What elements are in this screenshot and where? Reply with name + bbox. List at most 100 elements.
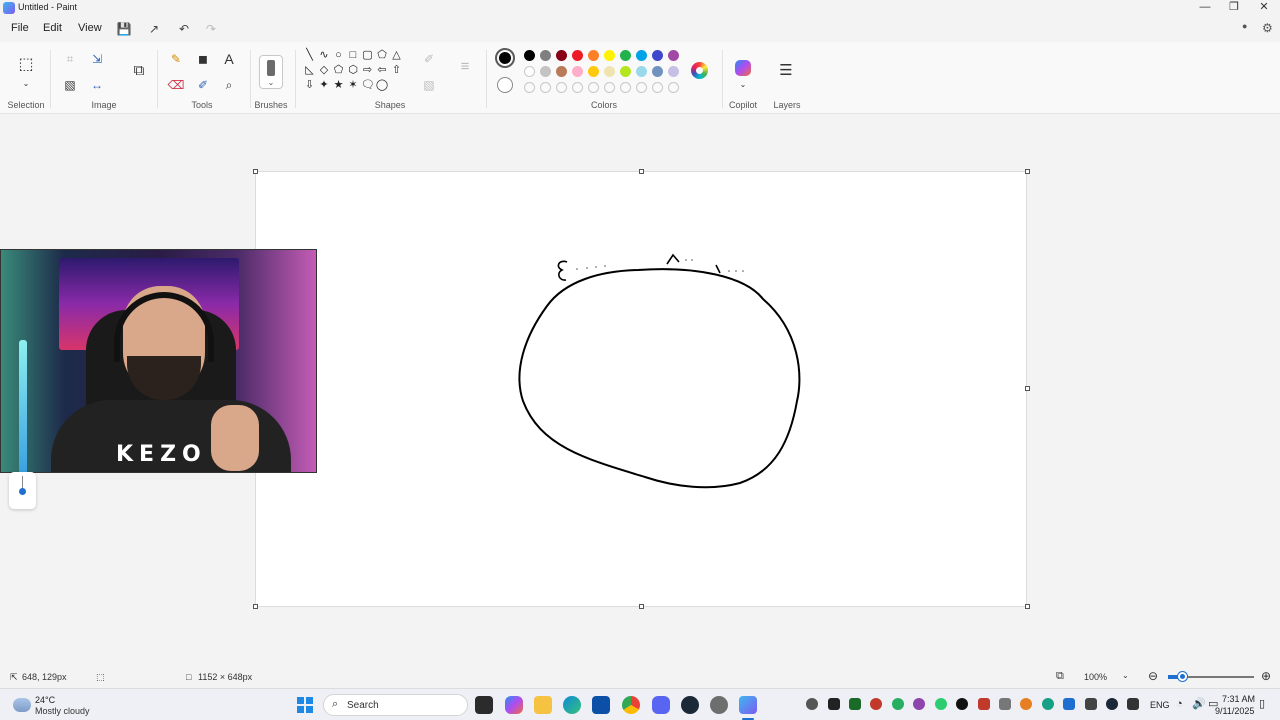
shape-option-icon[interactable]: ◇ — [318, 64, 331, 77]
shape-option-icon[interactable]: ◺ — [303, 64, 316, 77]
custom-color-slot[interactable] — [636, 82, 647, 93]
clock-time[interactable]: 7:31 AM — [1222, 694, 1255, 704]
shape-option-icon[interactable]: ⬡ — [347, 64, 360, 77]
brushes-button[interactable]: ⌄ — [259, 55, 283, 89]
line-width-icon[interactable]: ≡ — [456, 58, 474, 76]
image-select-icon[interactable]: ⧉ — [130, 62, 148, 80]
settings-app-icon[interactable] — [710, 696, 728, 714]
color-swatch[interactable] — [668, 66, 679, 77]
custom-color-slot[interactable] — [588, 82, 599, 93]
shape-option-icon[interactable]: ∿ — [318, 49, 331, 62]
select-rectangle-icon[interactable]: ⬚ — [17, 56, 35, 74]
resize-icon[interactable]: ⇲ — [88, 50, 106, 68]
custom-color-slot[interactable] — [652, 82, 663, 93]
color-swatch[interactable] — [556, 66, 567, 77]
menu-view[interactable]: View — [78, 22, 102, 34]
tray-icon[interactable] — [870, 698, 882, 710]
tray-icon[interactable] — [999, 698, 1011, 710]
discord-icon[interactable] — [652, 696, 670, 714]
menu-edit[interactable]: Edit — [43, 22, 62, 34]
custom-color-slot[interactable] — [524, 82, 535, 93]
custom-color-slot[interactable] — [572, 82, 583, 93]
remove-background-icon[interactable]: ▧ — [61, 76, 79, 94]
weather-description[interactable]: Mostly cloudy — [35, 706, 90, 716]
weather-temperature[interactable]: 24°C — [35, 695, 55, 705]
zoom-slider-thumb[interactable] — [1178, 672, 1187, 681]
shape-option-icon[interactable]: ○ — [332, 49, 345, 62]
steam-icon[interactable] — [681, 696, 699, 714]
flip-icon[interactable]: ↔ — [88, 76, 106, 94]
shape-option-icon[interactable]: ⬠ — [332, 64, 345, 77]
undo-icon[interactable]: ↶ — [176, 21, 192, 37]
color-swatch[interactable] — [524, 66, 535, 77]
color-swatch[interactable] — [620, 50, 631, 61]
fill-bucket-icon[interactable]: ◼ — [194, 50, 212, 68]
color-swatch[interactable] — [588, 50, 599, 61]
edge-icon[interactable] — [563, 696, 581, 714]
shape-option-icon[interactable]: □ — [347, 49, 360, 62]
taskbar-search[interactable]: ⌕ Search — [323, 694, 468, 716]
copilot-chevron-icon[interactable]: ⌄ — [734, 76, 752, 94]
color-swatch[interactable] — [636, 50, 647, 61]
eraser-icon[interactable]: ⌫ — [167, 76, 185, 94]
zoom-out-icon[interactable]: ⊖ — [1148, 669, 1158, 683]
clock-date[interactable]: 9/11/2025 — [1215, 706, 1254, 716]
shape-option-icon[interactable]: ⇧ — [390, 64, 403, 77]
volume-icon[interactable]: 🔊 — [1192, 697, 1206, 710]
account-icon[interactable]: ● — [1242, 21, 1247, 31]
current-color-swatch[interactable] — [495, 48, 515, 68]
custom-color-slot[interactable] — [620, 82, 631, 93]
custom-color-slot[interactable] — [668, 82, 679, 93]
tray-icon[interactable] — [1127, 698, 1139, 710]
color-swatch[interactable] — [620, 66, 631, 77]
color-swatch[interactable] — [636, 66, 647, 77]
shape-option-icon[interactable]: ✦ — [318, 79, 331, 92]
zoom-dropdown[interactable]: 100% ⌄ — [1078, 669, 1138, 685]
shape-outline-icon[interactable]: ✐ — [420, 50, 438, 68]
fit-to-window-icon[interactable]: ⧉ — [1056, 670, 1064, 683]
magnifier-icon[interactable]: ⌕ — [220, 76, 238, 94]
notification-icon[interactable]: ▯ — [1259, 697, 1265, 710]
shape-option-icon[interactable]: 🗨 — [361, 79, 375, 92]
color-swatch[interactable] — [604, 66, 615, 77]
shape-option-icon[interactable]: ★ — [332, 79, 345, 92]
color-swatch[interactable] — [572, 66, 583, 77]
shape-option-icon[interactable]: ⇩ — [303, 79, 316, 92]
tray-icon[interactable] — [1042, 698, 1054, 710]
color-picker-icon[interactable]: ✐ — [194, 76, 212, 94]
custom-color-slot[interactable] — [604, 82, 615, 93]
copilot-icon[interactable] — [735, 60, 751, 76]
shape-option-icon[interactable]: ╲ — [303, 49, 316, 62]
tray-icon[interactable] — [956, 698, 968, 710]
language-indicator[interactable]: ENG — [1150, 700, 1170, 710]
custom-color-slot[interactable] — [556, 82, 567, 93]
tray-icon[interactable] — [849, 698, 861, 710]
save-icon[interactable]: 💾 — [116, 21, 132, 37]
menu-file[interactable]: File — [11, 22, 29, 34]
copilot-app-icon[interactable] — [505, 696, 523, 714]
share-icon[interactable]: ↗ — [146, 21, 162, 37]
shape-option-icon[interactable]: ⇦ — [376, 64, 389, 77]
tray-icon[interactable] — [935, 698, 947, 710]
redo-icon[interactable]: ↷ — [203, 21, 219, 37]
shape-fill-icon[interactable]: ▧ — [420, 76, 438, 94]
brush-size-slider[interactable] — [9, 472, 36, 509]
color-swatch[interactable] — [540, 66, 551, 77]
task-view-icon[interactable] — [475, 696, 493, 714]
pencil-icon[interactable]: ✎ — [167, 50, 185, 68]
selection-chevron-icon[interactable]: ⌄ — [17, 75, 35, 93]
edit-colors-icon[interactable] — [691, 62, 708, 79]
color-swatch[interactable] — [524, 50, 535, 61]
text-tool-icon[interactable]: A — [220, 50, 238, 68]
steam-tray-icon[interactable] — [1106, 698, 1118, 710]
bluetooth-icon[interactable] — [1063, 698, 1075, 710]
paint-taskbar-icon[interactable] — [739, 696, 757, 714]
custom-color-slot[interactable] — [540, 82, 551, 93]
shape-option-icon[interactable]: ◯ — [376, 79, 389, 92]
weather-cloud-icon[interactable] — [13, 698, 31, 712]
close-button[interactable]: ✕ — [1249, 0, 1279, 16]
chrome-icon[interactable] — [622, 696, 640, 714]
tray-icon[interactable] — [913, 698, 925, 710]
shape-option-icon[interactable]: △ — [390, 49, 403, 62]
tray-icon[interactable] — [892, 698, 904, 710]
